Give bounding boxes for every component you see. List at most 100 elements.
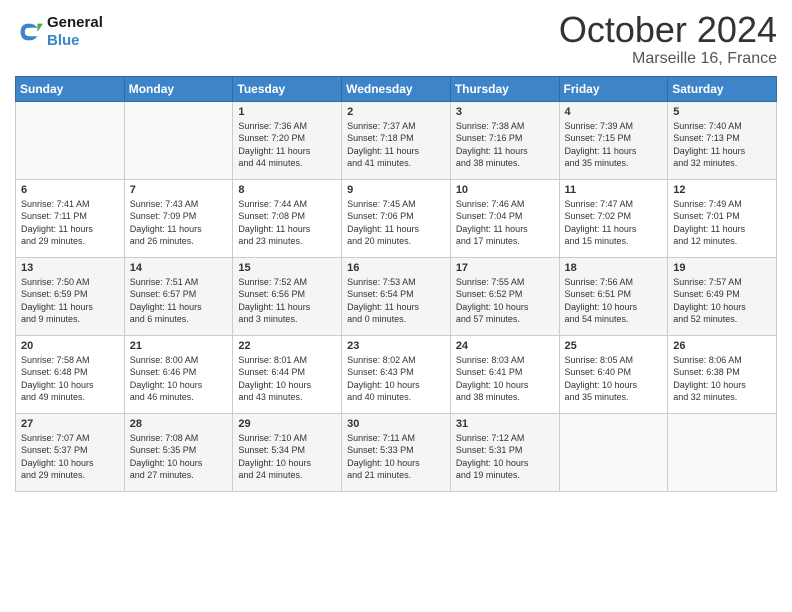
day-info: Sunrise: 7:39 AM Sunset: 7:15 PM Dayligh… bbox=[565, 120, 663, 170]
day-cell: 30Sunrise: 7:11 AM Sunset: 5:33 PM Dayli… bbox=[342, 413, 451, 491]
day-number: 12 bbox=[673, 184, 771, 196]
day-info: Sunrise: 7:58 AM Sunset: 6:48 PM Dayligh… bbox=[21, 354, 119, 404]
day-info: Sunrise: 7:55 AM Sunset: 6:52 PM Dayligh… bbox=[456, 276, 554, 326]
day-number: 17 bbox=[456, 262, 554, 274]
day-cell bbox=[16, 101, 125, 179]
week-row-3: 13Sunrise: 7:50 AM Sunset: 6:59 PM Dayli… bbox=[16, 257, 777, 335]
day-info: Sunrise: 8:03 AM Sunset: 6:41 PM Dayligh… bbox=[456, 354, 554, 404]
day-number: 16 bbox=[347, 262, 445, 274]
header-day-sunday: Sunday bbox=[16, 76, 125, 101]
day-number: 13 bbox=[21, 262, 119, 274]
day-info: Sunrise: 8:00 AM Sunset: 6:46 PM Dayligh… bbox=[130, 354, 228, 404]
header-day-thursday: Thursday bbox=[450, 76, 559, 101]
day-info: Sunrise: 7:47 AM Sunset: 7:02 PM Dayligh… bbox=[565, 198, 663, 248]
day-cell: 12 Sunrise: 7:49 AM Sunset: 7:01 PM Dayli… bbox=[668, 179, 777, 257]
logo-blue: Blue bbox=[47, 32, 80, 49]
day-number: 26 bbox=[673, 340, 771, 352]
day-cell: 14Sunrise: 7:51 AM Sunset: 6:57 PM Dayli… bbox=[124, 257, 233, 335]
day-number: 27 bbox=[21, 418, 119, 430]
day-info: Sunrise: 7:36 AM Sunset: 7:20 PM Dayligh… bbox=[238, 120, 336, 170]
week-row-2: 6Sunrise: 7:41 AM Sunset: 7:11 PM Daylig… bbox=[16, 179, 777, 257]
day-number: 22 bbox=[238, 340, 336, 352]
day-info: Sunrise: 7:07 AM Sunset: 5:37 PM Dayligh… bbox=[21, 432, 119, 482]
header-day-friday: Friday bbox=[559, 76, 668, 101]
header: General Blue October 2024 Marseille 16, … bbox=[15, 10, 777, 68]
day-info: Sunrise: 7:51 AM Sunset: 6:57 PM Dayligh… bbox=[130, 276, 228, 326]
day-number: 15 bbox=[238, 262, 336, 274]
day-cell: 21 Sunrise: 8:00 AM Sunset: 6:46 PM Dayli… bbox=[124, 335, 233, 413]
month-title: October 2024 bbox=[559, 10, 777, 50]
day-cell: 2 Sunrise: 7:37 AM Sunset: 7:18 PM Daylig… bbox=[342, 101, 451, 179]
day-info: Sunrise: 7:52 AM Sunset: 6:56 PM Dayligh… bbox=[238, 276, 336, 326]
day-info: Sunrise: 7:45 AM Sunset: 7:06 PM Dayligh… bbox=[347, 198, 445, 248]
day-info: Sunrise: 7:12 AM Sunset: 5:31 PM Dayligh… bbox=[456, 432, 554, 482]
day-cell: 26 Sunrise: 8:06 AM Sunset: 6:38 PM Dayli… bbox=[668, 335, 777, 413]
day-cell: 25 Sunrise: 8:05 AM Sunset: 6:40 PM Dayli… bbox=[559, 335, 668, 413]
day-number: 30 bbox=[347, 418, 445, 430]
day-number: 23 bbox=[347, 340, 445, 352]
day-info: Sunrise: 7:49 AM Sunset: 7:01 PM Dayligh… bbox=[673, 198, 771, 248]
day-info: Sunrise: 8:06 AM Sunset: 6:38 PM Dayligh… bbox=[673, 354, 771, 404]
day-info: Sunrise: 8:02 AM Sunset: 6:43 PM Dayligh… bbox=[347, 354, 445, 404]
location-subtitle: Marseille 16, France bbox=[559, 50, 777, 68]
day-info: Sunrise: 7:43 AM Sunset: 7:09 PM Dayligh… bbox=[130, 198, 228, 248]
day-number: 6 bbox=[21, 184, 119, 196]
day-number: 19 bbox=[673, 262, 771, 274]
day-cell: 20 Sunrise: 7:58 AM Sunset: 6:48 PM Dayli… bbox=[16, 335, 125, 413]
day-number: 3 bbox=[456, 106, 554, 118]
day-cell: 18Sunrise: 7:56 AM Sunset: 6:51 PM Dayli… bbox=[559, 257, 668, 335]
day-number: 20 bbox=[21, 340, 119, 352]
day-cell: 1 Sunrise: 7:36 AM Sunset: 7:20 PM Daylig… bbox=[233, 101, 342, 179]
day-number: 11 bbox=[565, 184, 663, 196]
day-info: Sunrise: 7:10 AM Sunset: 5:34 PM Dayligh… bbox=[238, 432, 336, 482]
day-number: 5 bbox=[673, 106, 771, 118]
day-number: 1 bbox=[238, 106, 336, 118]
day-cell: 6Sunrise: 7:41 AM Sunset: 7:11 PM Daylig… bbox=[16, 179, 125, 257]
week-row-5: 27 Sunrise: 7:07 AM Sunset: 5:37 PM Dayli… bbox=[16, 413, 777, 491]
day-cell: 5 Sunrise: 7:40 AM Sunset: 7:13 PM Daylig… bbox=[668, 101, 777, 179]
header-row: SundayMondayTuesdayWednesdayThursdayFrid… bbox=[16, 76, 777, 101]
day-info: Sunrise: 7:38 AM Sunset: 7:16 PM Dayligh… bbox=[456, 120, 554, 170]
week-row-4: 20 Sunrise: 7:58 AM Sunset: 6:48 PM Dayli… bbox=[16, 335, 777, 413]
day-cell: 24Sunrise: 8:03 AM Sunset: 6:41 PM Dayli… bbox=[450, 335, 559, 413]
logo-area: General Blue bbox=[15, 10, 103, 50]
day-info: Sunrise: 8:01 AM Sunset: 6:44 PM Dayligh… bbox=[238, 354, 336, 404]
day-cell: 19Sunrise: 7:57 AM Sunset: 6:49 PM Dayli… bbox=[668, 257, 777, 335]
day-number: 25 bbox=[565, 340, 663, 352]
day-number: 2 bbox=[347, 106, 445, 118]
day-cell: 28Sunrise: 7:08 AM Sunset: 5:35 PM Dayli… bbox=[124, 413, 233, 491]
day-number: 10 bbox=[456, 184, 554, 196]
day-cell: 8 Sunrise: 7:44 AM Sunset: 7:08 PM Daylig… bbox=[233, 179, 342, 257]
day-info: Sunrise: 7:40 AM Sunset: 7:13 PM Dayligh… bbox=[673, 120, 771, 170]
day-info: Sunrise: 7:46 AM Sunset: 7:04 PM Dayligh… bbox=[456, 198, 554, 248]
logo-icon bbox=[15, 18, 43, 46]
header-day-wednesday: Wednesday bbox=[342, 76, 451, 101]
day-number: 21 bbox=[130, 340, 228, 352]
day-cell: 7Sunrise: 7:43 AM Sunset: 7:09 PM Daylig… bbox=[124, 179, 233, 257]
logo-text: General Blue bbox=[47, 14, 103, 50]
day-cell: 16 Sunrise: 7:53 AM Sunset: 6:54 PM Dayli… bbox=[342, 257, 451, 335]
day-cell: 22 Sunrise: 8:01 AM Sunset: 6:44 PM Dayli… bbox=[233, 335, 342, 413]
day-info: Sunrise: 7:37 AM Sunset: 7:18 PM Dayligh… bbox=[347, 120, 445, 170]
day-cell: 11 Sunrise: 7:47 AM Sunset: 7:02 PM Dayli… bbox=[559, 179, 668, 257]
title-area: October 2024 Marseille 16, France bbox=[559, 10, 777, 68]
day-number: 31 bbox=[456, 418, 554, 430]
day-number: 18 bbox=[565, 262, 663, 274]
day-cell: 23 Sunrise: 8:02 AM Sunset: 6:43 PM Dayli… bbox=[342, 335, 451, 413]
day-cell: 29 Sunrise: 7:10 AM Sunset: 5:34 PM Dayli… bbox=[233, 413, 342, 491]
day-number: 28 bbox=[130, 418, 228, 430]
day-info: Sunrise: 7:53 AM Sunset: 6:54 PM Dayligh… bbox=[347, 276, 445, 326]
day-number: 4 bbox=[565, 106, 663, 118]
day-cell bbox=[124, 101, 233, 179]
header-day-saturday: Saturday bbox=[668, 76, 777, 101]
day-cell: 9Sunrise: 7:45 AM Sunset: 7:06 PM Daylig… bbox=[342, 179, 451, 257]
day-cell: 31 Sunrise: 7:12 AM Sunset: 5:31 PM Dayli… bbox=[450, 413, 559, 491]
day-number: 8 bbox=[238, 184, 336, 196]
day-number: 29 bbox=[238, 418, 336, 430]
day-cell: 27 Sunrise: 7:07 AM Sunset: 5:37 PM Dayli… bbox=[16, 413, 125, 491]
day-cell bbox=[668, 413, 777, 491]
header-day-tuesday: Tuesday bbox=[233, 76, 342, 101]
day-info: Sunrise: 8:05 AM Sunset: 6:40 PM Dayligh… bbox=[565, 354, 663, 404]
day-cell: 10 Sunrise: 7:46 AM Sunset: 7:04 PM Dayli… bbox=[450, 179, 559, 257]
day-info: Sunrise: 7:44 AM Sunset: 7:08 PM Dayligh… bbox=[238, 198, 336, 248]
